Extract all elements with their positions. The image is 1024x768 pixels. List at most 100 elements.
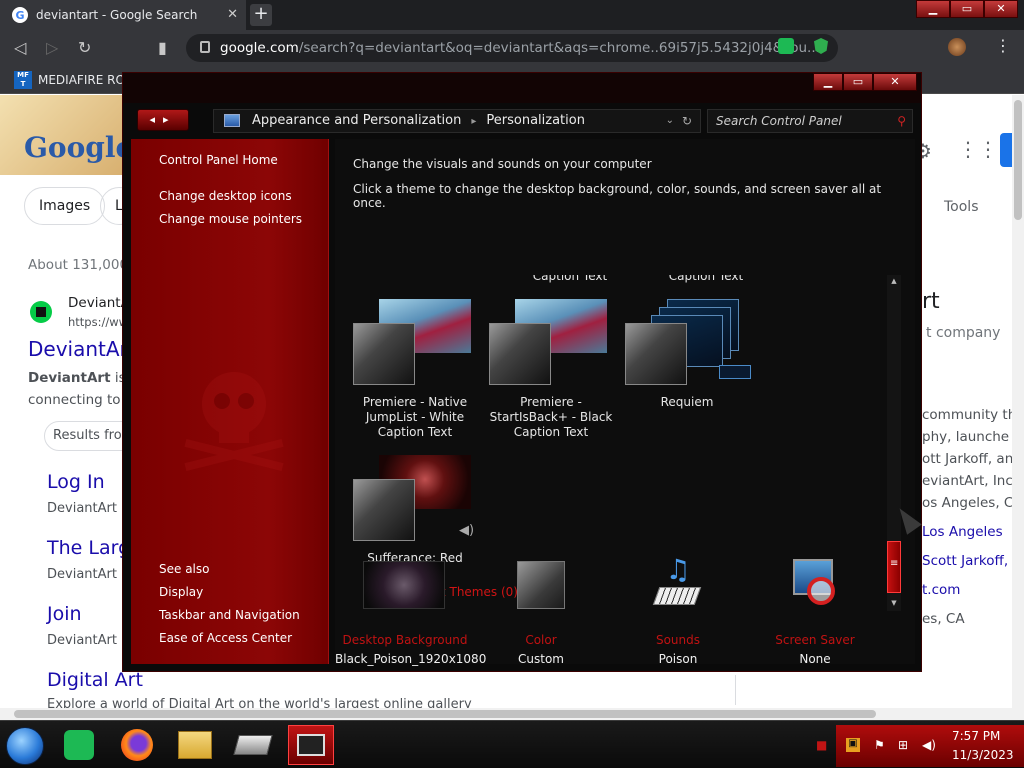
spotify-extension-icon[interactable]	[778, 38, 794, 54]
see-also-taskbar[interactable]: Taskbar and Navigation	[159, 608, 300, 622]
minimize-button[interactable]: ▁	[813, 73, 843, 91]
google-doodle-logo[interactable]: Google	[0, 95, 133, 175]
tools-button[interactable]: Tools	[944, 199, 979, 215]
sitelink-join-snippet: DeviantArt is	[47, 633, 132, 648]
result-site-name[interactable]: DeviantA	[68, 295, 130, 311]
scroll-thumb[interactable]	[887, 541, 901, 593]
search-placeholder: Search Control Panel	[716, 114, 842, 128]
desktop-background-button[interactable]: Desktop Background Black_Poison_1920x108…	[335, 561, 486, 666]
knowledge-panel-subtitle: t company	[926, 325, 1001, 341]
color-button[interactable]: Color Custom	[471, 561, 611, 666]
taskbar-control-panel-button[interactable]	[230, 725, 276, 765]
tray-app-icon[interactable]: ▣	[846, 738, 860, 752]
scroll-down-icon[interactable]: ▼	[887, 599, 901, 609]
back-forward-buttons[interactable]: ◂▸	[137, 109, 189, 131]
snippet-line2: connecting to f	[28, 392, 130, 408]
sign-in-button[interactable]	[1000, 133, 1012, 167]
address-dropdown-icon[interactable]: ⌄	[666, 110, 674, 132]
profile-avatar[interactable]	[948, 38, 966, 56]
sitelink-digital-art[interactable]: Digital Art	[47, 669, 143, 691]
google-favicon-icon: G	[12, 7, 28, 23]
piano-keyboard-icon	[652, 587, 702, 605]
search-control-panel-input[interactable]: Search Control Panel ⚲	[707, 109, 913, 133]
sidebar-change-mouse-pointers[interactable]: Change mouse pointers	[159, 212, 302, 226]
restore-button[interactable]: ▭	[950, 0, 984, 18]
window-controls: ▁ ▭ ✕	[813, 73, 917, 91]
result-snippet: DeviantArt is connecting to f	[28, 367, 130, 411]
bookmark-star-icon[interactable]: ▮	[158, 38, 167, 57]
clock-time[interactable]: 7:57 PM	[952, 729, 1000, 743]
taskbar-explorer-button[interactable]	[172, 725, 218, 765]
personalization-window: ▁ ▭ ✕ ◂▸ Appearance and Personalization ▸…	[122, 72, 922, 672]
see-also-display[interactable]: Display	[159, 585, 203, 599]
page-vertical-scroll-thumb[interactable]	[1014, 100, 1022, 220]
result-title-link[interactable]: DeviantArt	[28, 337, 136, 361]
page-horizontal-scroll-thumb[interactable]	[14, 710, 876, 718]
taskbar-personalization-button[interactable]	[288, 725, 334, 765]
network-icon[interactable]: ⊞	[898, 738, 908, 752]
back-icon[interactable]: ◁	[14, 38, 26, 57]
tray-notification-icon[interactable]: ■	[816, 738, 827, 752]
new-tab-button[interactable]: +	[250, 4, 272, 26]
clock-date[interactable]: 11/3/2023	[952, 748, 1014, 762]
volume-icon[interactable]: ◀)	[922, 738, 936, 752]
sounds-button[interactable]: ♫ Sounds Poison	[608, 556, 748, 666]
kp-line-location: es, CA	[922, 611, 965, 627]
refresh-icon[interactable]: ↻	[682, 110, 692, 132]
browser-menu-icon[interactable]: ⋮	[995, 36, 1011, 55]
taskbar-spotify-button[interactable]	[56, 725, 102, 765]
browser-tab[interactable]: G deviantart - Google Search ✕	[0, 0, 246, 30]
tab-close-icon[interactable]: ✕	[227, 7, 238, 22]
sidebar-control-panel-home[interactable]: Control Panel Home	[159, 153, 278, 167]
theme-color-swatch	[353, 479, 415, 541]
speaker-icon: ◀)	[459, 523, 475, 538]
kp-link-los-angeles[interactable]: Los Angeles	[922, 524, 1003, 540]
browser-toolbar: ◁ ▷ ↻ ▮ google.com/search?q=deviantart&o…	[0, 30, 1024, 66]
sitelink-login-snippet: DeviantArt is	[47, 501, 132, 516]
see-also-heading: See also	[159, 562, 210, 576]
skull-watermark	[184, 372, 284, 471]
kp-link-website[interactable]: t.com	[922, 582, 960, 598]
address-bar[interactable]: google.com/search?q=deviantart&oq=devian…	[186, 34, 838, 62]
minimize-button[interactable]: ▁	[916, 0, 950, 18]
sitelink-join[interactable]: Join	[47, 603, 82, 625]
theme-name: Requiem	[660, 395, 714, 409]
theme-color-swatch	[353, 323, 415, 385]
close-button[interactable]: ✕	[873, 73, 917, 91]
sounds-value: Poison	[658, 652, 698, 666]
theme-list-scrollbar[interactable]: ▲ ▼	[887, 275, 901, 611]
color-swatch-icon	[517, 561, 565, 609]
spotify-icon	[64, 730, 94, 760]
scroll-up-icon[interactable]: ▲	[887, 277, 901, 287]
sidebar-change-desktop-icons[interactable]: Change desktop icons	[159, 189, 292, 203]
kp-link-scott-jarkoff[interactable]: Scott Jarkoff,	[922, 553, 1008, 569]
sitelink-largest[interactable]: The Larg	[47, 537, 130, 559]
theme-name: Premiere - StartIsBack+ - Black Caption …	[489, 395, 613, 439]
theme-caption-partial: Caption Text	[532, 275, 608, 283]
sitelink-login[interactable]: Log In	[47, 471, 105, 493]
url-host: google.com	[220, 40, 299, 56]
maximize-button[interactable]: ▭	[843, 73, 873, 91]
forward-icon[interactable]: ▷	[46, 38, 58, 57]
start-orb-button[interactable]	[6, 727, 44, 765]
screen-saver-button[interactable]: Screen Saver None	[745, 559, 885, 666]
control-panel-address-bar[interactable]: Appearance and Personalization ▸ Personali…	[213, 109, 701, 133]
firefox-icon	[121, 729, 153, 761]
folder-icon	[178, 731, 212, 759]
lock-icon	[200, 41, 210, 53]
window-titlebar[interactable]: ▁ ▭ ✕	[123, 73, 921, 103]
chip-images[interactable]: Images	[24, 187, 106, 225]
kp-line: eviantArt, Inc	[922, 473, 1012, 489]
reload-icon[interactable]: ↻	[78, 38, 91, 57]
control-panel-icon	[224, 114, 240, 127]
breadcrumb-appearance[interactable]: Appearance and Personalization	[252, 113, 461, 128]
breadcrumb-personalization[interactable]: Personalization	[486, 113, 585, 128]
bookmark-mediafire[interactable]: MEDIAFIRE ROU	[38, 73, 134, 87]
taskbar-firefox-button[interactable]	[114, 725, 160, 765]
close-window-button[interactable]: ✕	[984, 0, 1018, 18]
flag-icon[interactable]: ⚑	[874, 738, 885, 752]
search-icon[interactable]: ⚲	[897, 110, 906, 132]
personalization-main-pane: Change the visuals and sounds on your co…	[335, 139, 915, 666]
see-also-ease-of-access[interactable]: Ease of Access Center	[159, 631, 292, 645]
deviantart-favicon-icon	[30, 301, 52, 323]
